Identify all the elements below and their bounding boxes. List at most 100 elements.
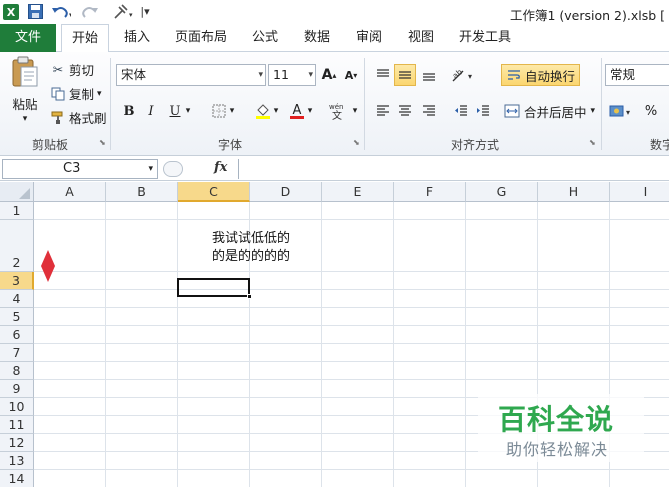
- row-header-1[interactable]: 1: [0, 202, 34, 220]
- row-header-5[interactable]: 5: [0, 308, 34, 326]
- cut-button[interactable]: ✂ 剪切: [50, 60, 94, 79]
- paste-button[interactable]: 粘贴 ▾: [6, 56, 44, 126]
- copy-dropdown-icon[interactable]: ▾: [97, 89, 102, 99]
- tab-view[interactable]: 视图: [402, 24, 440, 52]
- column-header-d[interactable]: D: [250, 182, 322, 202]
- column-header-i[interactable]: I: [610, 182, 669, 202]
- tab-review[interactable]: 审阅: [350, 24, 388, 52]
- row-header-4[interactable]: 4: [0, 290, 34, 308]
- svg-text:A: A: [293, 103, 302, 118]
- worksheet-grid[interactable]: ABCDEFGHI 1 2 3 4 5 6 7 8 9 10 11 12 13 14 我试试低低的 的是的…: [0, 182, 669, 487]
- clipboard-group-label: 剪贴板: [31, 138, 68, 152]
- copy-button[interactable]: 复制 ▾: [50, 84, 102, 103]
- wrap-text-icon: [506, 69, 522, 81]
- number-format-select[interactable]: 常规: [605, 64, 669, 86]
- excel-icon[interactable]: X: [2, 3, 20, 20]
- merge-dropdown-icon[interactable]: ▾: [591, 106, 596, 116]
- save-icon[interactable]: [26, 3, 44, 20]
- fill-handle[interactable]: [247, 294, 252, 299]
- insert-function-button[interactable]: fx: [214, 160, 227, 175]
- cell-c2-text[interactable]: 我试试低低的 的是的的的的: [196, 230, 306, 266]
- column-header-g[interactable]: G: [466, 182, 538, 202]
- paste-dropdown-icon[interactable]: ▾: [23, 114, 28, 124]
- fill-color-dropdown-icon[interactable]: ▾: [270, 100, 282, 122]
- borders-icon: [212, 104, 226, 118]
- merge-center-button[interactable]: 合并后居中 ▾: [503, 100, 595, 122]
- column-header-e[interactable]: E: [322, 182, 394, 202]
- formula-bar-handle-icon[interactable]: [163, 161, 183, 177]
- column-header-a[interactable]: A: [34, 182, 106, 202]
- increase-indent-button[interactable]: [472, 100, 494, 122]
- row-header-7[interactable]: 7: [0, 344, 34, 362]
- align-right-button[interactable]: [418, 100, 440, 122]
- align-left-icon: [377, 105, 389, 116]
- accounting-format-button[interactable]: ▾: [608, 100, 634, 122]
- row-header-10[interactable]: 10: [0, 398, 34, 416]
- redo-icon[interactable]: [80, 3, 102, 20]
- decrease-font-size-button[interactable]: A ▾: [340, 64, 362, 86]
- align-top-button[interactable]: [372, 64, 394, 86]
- dialog-launcher-icon[interactable]: ⬊: [99, 138, 106, 147]
- font-color-dropdown-icon[interactable]: ▾: [304, 100, 316, 122]
- tab-page-layout[interactable]: 页面布局: [170, 24, 232, 52]
- column-header-b[interactable]: B: [106, 182, 178, 202]
- align-center-button[interactable]: [394, 100, 416, 122]
- align-top-icon: [377, 69, 389, 77]
- wrap-text-label: 自动换行: [525, 68, 576, 84]
- decrease-indent-button[interactable]: [450, 100, 472, 122]
- bold-button[interactable]: B: [118, 100, 140, 122]
- active-cell-c3[interactable]: [177, 278, 250, 297]
- row-header-8[interactable]: 8: [0, 362, 34, 380]
- phonetic-icon: wén文: [329, 103, 343, 120]
- tab-formulas[interactable]: 公式: [246, 24, 284, 52]
- italic-button[interactable]: I: [140, 100, 162, 122]
- column-header-c[interactable]: C: [178, 182, 250, 202]
- wrap-text-button[interactable]: 自动换行: [501, 64, 581, 86]
- row-header-14[interactable]: 14: [0, 470, 34, 487]
- row-header-9[interactable]: 9: [0, 380, 34, 398]
- font-size-select[interactable]: 11 ▾: [268, 64, 316, 86]
- percent-button[interactable]: %: [640, 100, 662, 122]
- row-resize-arrow-icon[interactable]: [40, 250, 56, 285]
- tab-data[interactable]: 数据: [298, 24, 336, 52]
- ribbon-home: 粘贴 ▾ ✂ 剪切 复制 ▾ 格式刷 剪贴板 ⬊ 宋体 ▾ 11 ▾ A ▴ A ▾…: [0, 52, 669, 156]
- underline-dropdown-icon[interactable]: ▾: [182, 100, 194, 122]
- format-painter-button[interactable]: 格式刷: [50, 108, 107, 127]
- align-left-button[interactable]: [372, 100, 394, 122]
- row-header-13[interactable]: 13: [0, 452, 34, 470]
- phonetic-dropdown-icon[interactable]: ▾: [350, 100, 360, 122]
- svg-text:wén: wén: [329, 103, 343, 111]
- row-header-3[interactable]: 3: [0, 272, 34, 290]
- dialog-launcher-icon[interactable]: ⬊: [589, 138, 596, 147]
- align-middle-button[interactable]: [394, 64, 416, 86]
- svg-text:文: 文: [332, 109, 342, 120]
- row-header-12[interactable]: 12: [0, 434, 34, 452]
- paint-bucket-icon: [256, 104, 270, 119]
- tab-home[interactable]: 开始: [61, 24, 109, 53]
- formula-input[interactable]: [238, 159, 669, 179]
- orientation-button[interactable]: ab ▾: [450, 64, 478, 86]
- formula-bar: C3 ▾ fx: [0, 157, 669, 181]
- align-bottom-button[interactable]: [418, 64, 440, 86]
- undo-icon[interactable]: ▾: [50, 3, 72, 20]
- increase-font-size-button[interactable]: A ▴: [318, 64, 340, 86]
- customize-icon[interactable]: ▾: [112, 3, 136, 20]
- column-header-h[interactable]: H: [538, 182, 610, 202]
- tab-insert[interactable]: 插入: [118, 24, 156, 52]
- row-header-6[interactable]: 6: [0, 326, 34, 344]
- row-header-2[interactable]: 2: [0, 220, 34, 272]
- row-header-11[interactable]: 11: [0, 416, 34, 434]
- tab-file[interactable]: 文件: [0, 24, 56, 52]
- brush-icon: [50, 111, 66, 125]
- font-name-select[interactable]: 宋体 ▾: [116, 64, 266, 86]
- cell-c2-line1: 我试试低低的: [211, 231, 290, 246]
- select-all-button[interactable]: [0, 182, 34, 202]
- phonetic-button[interactable]: wén 文: [326, 100, 352, 122]
- svg-text:▾: ▾: [468, 72, 472, 81]
- name-box[interactable]: C3 ▾: [2, 159, 158, 179]
- dialog-launcher-icon[interactable]: ⬊: [353, 138, 360, 147]
- watermark: 百科全说 助你轻松解决: [478, 394, 644, 462]
- tab-developer[interactable]: 开发工具: [452, 24, 518, 52]
- column-header-f[interactable]: F: [394, 182, 466, 202]
- borders-dropdown-icon[interactable]: ▾: [226, 100, 238, 122]
